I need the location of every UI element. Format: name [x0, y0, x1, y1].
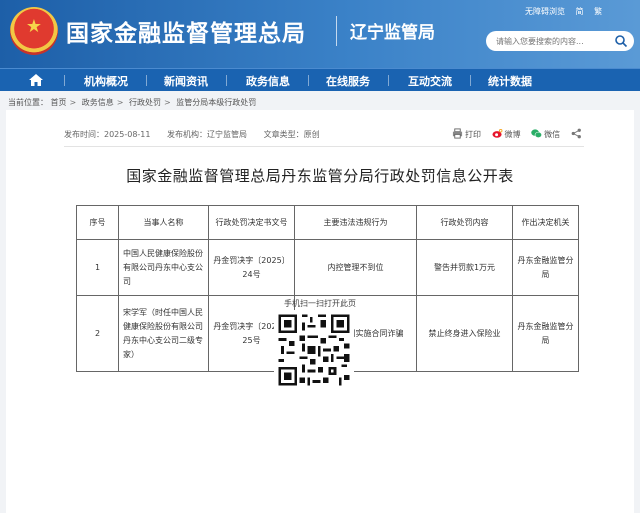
qr-code-icon: [274, 310, 354, 390]
qr-caption: 手机扫一扫打开此页: [284, 299, 356, 308]
page-title: 国家金融监督管理总局丹东监管分局行政处罚信息公开表: [126, 167, 514, 185]
share-bar: 打印 微博 微信: [452, 128, 592, 140]
wechat-icon: [531, 129, 543, 138]
nav-item-interaction[interactable]: 互动交流: [408, 73, 452, 89]
breadcrumb: 当前位置： 首页 > 政务信息 > 行政处罚 > 监管分局本级行政处罚: [8, 97, 256, 108]
nav-divider: [388, 75, 389, 86]
nav-item-online-service[interactable]: 在线服务: [326, 73, 370, 89]
table-cell-violation: 内控管理不到位: [294, 239, 417, 296]
top-links: 无障碍浏览 简 繁: [525, 6, 610, 17]
table-cell-no: 1: [76, 239, 119, 296]
weibo-label: 微博: [504, 130, 521, 139]
accessibility-link[interactable]: 无障碍浏览: [525, 7, 565, 16]
wechat-label: 微信: [544, 130, 561, 139]
breadcrumb-separator: >: [116, 98, 124, 107]
table-cell-party: 中国人民健康保险股份有限公司丹东中心支公司: [118, 239, 209, 296]
simplified-chinese-link[interactable]: 简: [576, 7, 584, 16]
breadcrumb-item-branch-penalty[interactable]: 监管分局本级行政处罚: [176, 98, 256, 107]
traditional-chinese-link[interactable]: 繁: [594, 7, 602, 16]
nav-divider: [146, 75, 147, 86]
national-emblem-icon: ★: [10, 7, 58, 55]
wechat-button[interactable]: 微信: [531, 128, 560, 140]
search-icon[interactable]: [614, 34, 628, 48]
nav-item-government-info[interactable]: 政务信息: [246, 73, 290, 89]
publish-date: 发布时间：2025-08-11: [64, 130, 151, 139]
share-button[interactable]: [571, 128, 584, 139]
nav-divider: [308, 75, 309, 86]
site-title[interactable]: 国家金融监督管理总局: [66, 14, 306, 48]
column-header: 序号: [76, 205, 119, 240]
nav-divider: [226, 75, 227, 86]
title-divider: [336, 16, 337, 46]
print-button[interactable]: 打印: [452, 128, 481, 140]
nav-item-statistics[interactable]: 统计数据: [488, 73, 532, 89]
breadcrumb-label: 当前位置：: [8, 98, 48, 107]
site-header: ★ 国家金融监督管理总局 辽宁监管局 无障碍浏览 简 繁: [0, 0, 640, 68]
print-icon: [452, 128, 463, 139]
breadcrumb-separator: >: [69, 98, 77, 107]
column-header: 主要违法违规行为: [294, 205, 417, 240]
article-type: 文章类型：原创: [263, 130, 320, 139]
column-header: 行政处罚决定书文号: [208, 205, 295, 240]
home-icon[interactable]: [28, 72, 44, 88]
column-header: 行政处罚内容: [416, 205, 513, 240]
table-cell-penalty: 警告并罚款1万元: [416, 239, 513, 296]
article-meta: 发布时间：2025-08-11 发布机构：辽宁监管局 文章类型：原创: [64, 129, 334, 140]
meta-divider: [64, 146, 584, 147]
share-icon: [571, 128, 581, 139]
main-nav: 机构概况 新闻资讯 政务信息 在线服务 互动交流 统计数据: [0, 68, 640, 91]
weibo-button[interactable]: 微博: [492, 128, 521, 140]
print-label: 打印: [465, 130, 481, 139]
search-box: [486, 31, 634, 51]
search-input[interactable]: [496, 34, 606, 48]
table-row: 1 中国人民健康保险股份有限公司丹东中心支公司 丹金罚决字〔2025〕24号 内…: [76, 239, 579, 296]
nav-divider: [470, 75, 471, 86]
nav-divider: [64, 75, 65, 86]
column-header: 当事人名称: [118, 205, 209, 240]
column-header: 作出决定机关: [512, 205, 579, 240]
table-cell-doc-no: 丹金罚决字〔2025〕24号: [208, 239, 295, 296]
table-header-row: 序号 当事人名称 行政处罚决定书文号 主要违法违规行为 行政处罚内容 作出决定机…: [76, 205, 579, 240]
breadcrumb-item-home[interactable]: 首页: [51, 98, 67, 107]
breadcrumb-item-penalty[interactable]: 行政处罚: [129, 98, 161, 107]
nav-item-news[interactable]: 新闻资讯: [164, 73, 208, 89]
weibo-icon: [492, 129, 502, 138]
breadcrumb-item-government-info[interactable]: 政务信息: [82, 98, 114, 107]
nav-item-about[interactable]: 机构概况: [84, 73, 128, 89]
publish-source: 发布机构：辽宁监管局: [167, 130, 248, 139]
table-cell-authority: 丹东金融监管分局: [512, 239, 579, 296]
sub-site-title[interactable]: 辽宁监管局: [350, 18, 435, 43]
breadcrumb-separator: >: [164, 98, 171, 107]
